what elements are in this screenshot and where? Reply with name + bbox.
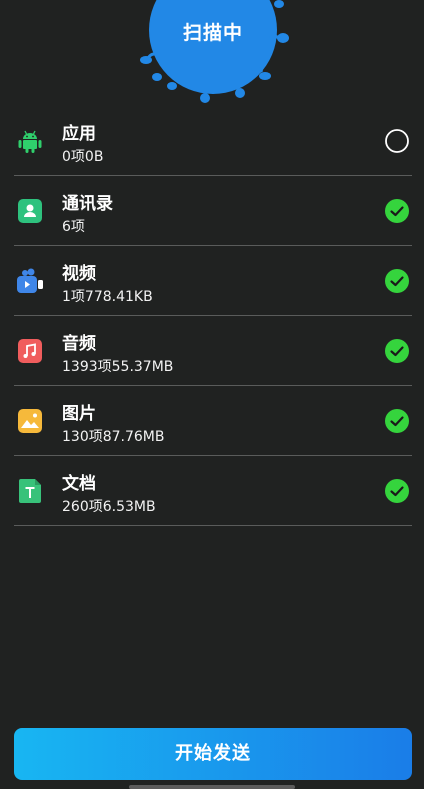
- check-circle-icon[interactable]: [384, 338, 410, 364]
- list-item-contacts[interactable]: 通讯录 6项: [14, 176, 412, 246]
- item-label: 通讯录: [62, 194, 113, 214]
- unchecked-circle-icon[interactable]: [384, 128, 410, 154]
- home-indicator: [129, 785, 295, 789]
- document-icon: [19, 479, 41, 503]
- list-item-documents[interactable]: 文档 260项6.53MB: [14, 456, 412, 526]
- android-icon: [18, 130, 42, 153]
- image-icon: [18, 409, 42, 433]
- check-circle-icon[interactable]: [384, 478, 410, 504]
- item-summary: 260项6.53MB: [62, 499, 156, 515]
- music-icon: [18, 339, 42, 363]
- item-label: 应用: [62, 124, 96, 144]
- start-send-button[interactable]: 开始发送: [14, 728, 412, 780]
- scan-status-label: 扫描中: [182, 22, 243, 44]
- scan-indicator: 扫描中: [0, 0, 424, 110]
- list-item-apps[interactable]: 应用 0项0B: [14, 106, 412, 176]
- list-item-audio[interactable]: 音频 1393项55.37MB: [14, 316, 412, 386]
- item-label: 音频: [62, 334, 96, 354]
- item-summary: 130项87.76MB: [62, 429, 165, 445]
- item-summary: 6项: [62, 219, 85, 235]
- check-circle-icon[interactable]: [384, 198, 410, 224]
- scan-blob-graphic: [140, 0, 289, 103]
- item-label: 图片: [62, 404, 96, 424]
- list-item-video[interactable]: 视频 1项778.41KB: [14, 246, 412, 316]
- check-circle-icon[interactable]: [384, 268, 410, 294]
- item-label: 视频: [62, 264, 96, 284]
- contacts-icon: [18, 199, 42, 223]
- item-summary: 1393项55.37MB: [62, 359, 174, 375]
- item-summary: 1项778.41KB: [62, 289, 153, 305]
- item-summary: 0项0B: [62, 149, 104, 165]
- video-icon: [17, 268, 43, 293]
- list-item-images[interactable]: 图片 130项87.76MB: [14, 386, 412, 456]
- check-circle-icon[interactable]: [384, 408, 410, 434]
- category-list: 应用 0项0B 通讯录 6项 视频 1项778.41KB 音频 1393项55.…: [14, 106, 412, 526]
- item-label: 文档: [62, 474, 96, 494]
